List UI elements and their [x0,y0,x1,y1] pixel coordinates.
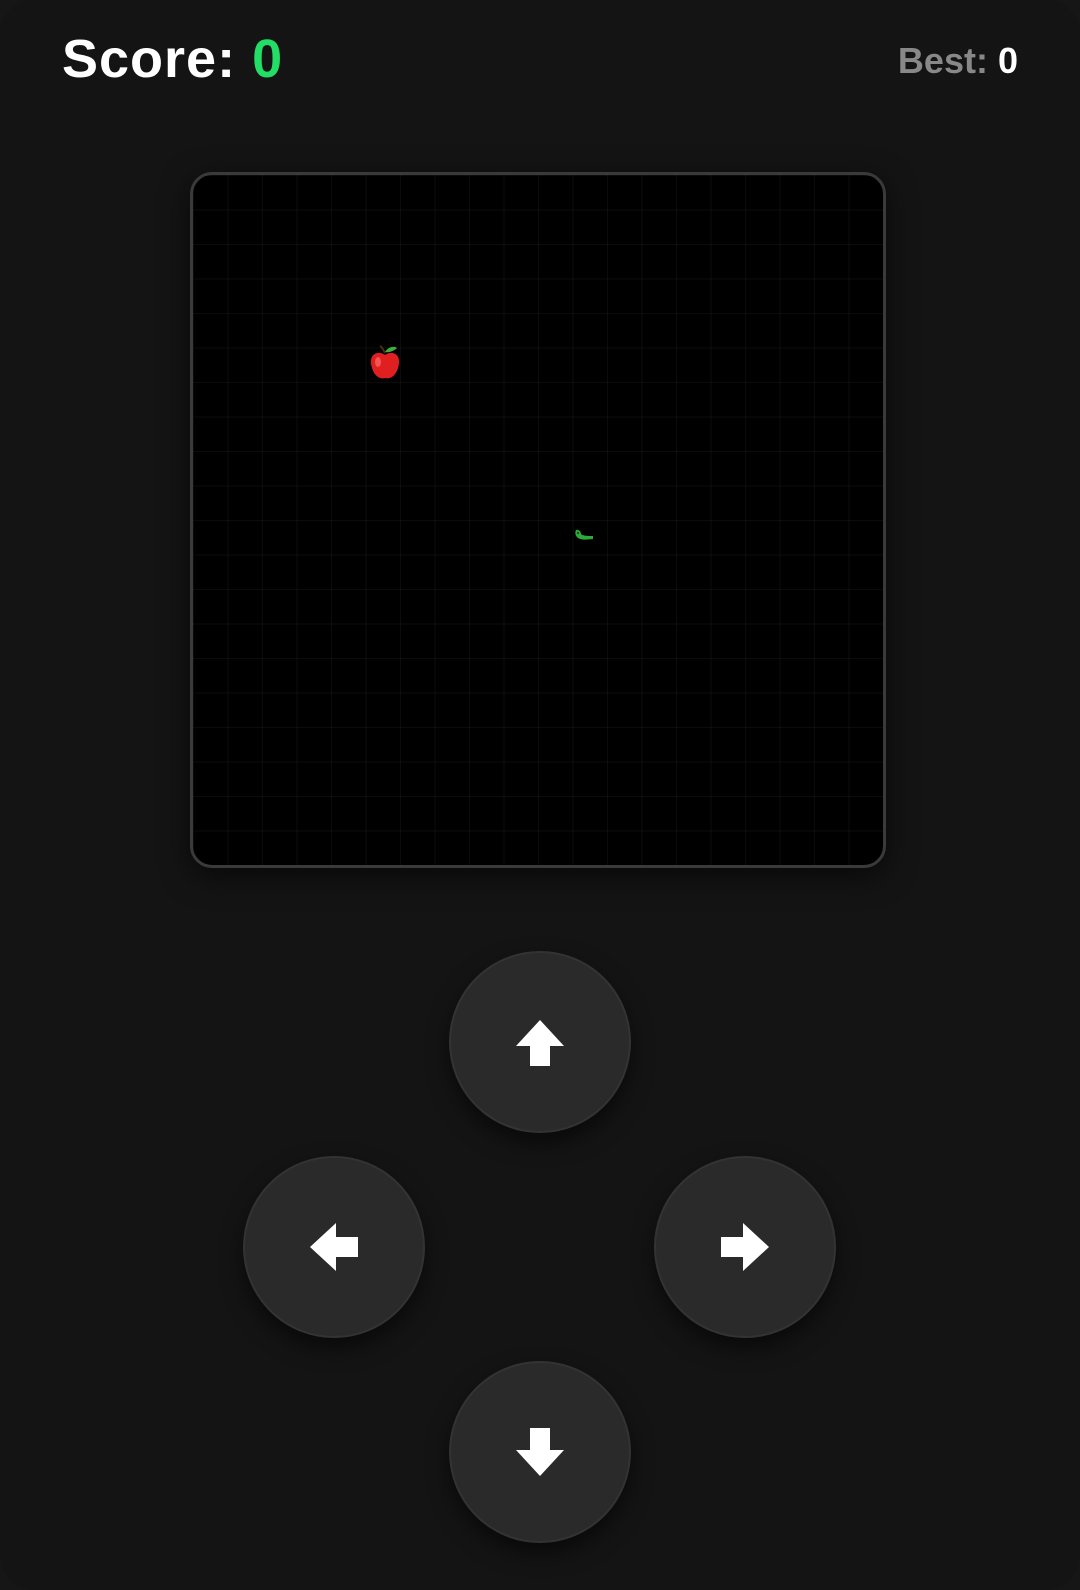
up-button[interactable] [449,951,631,1133]
arrow-left-icon [310,1223,358,1271]
snake-segment [575,529,593,540]
apple-icon [370,345,400,379]
arrow-up-icon [516,1020,564,1066]
right-button[interactable] [654,1156,836,1338]
score-label: Score: [62,29,237,89]
best-label: Best: [897,40,988,81]
best-score-display: Best: 0 [898,38,1018,84]
game-board[interactable] [190,172,886,868]
score-value: 0 [252,29,284,89]
game-container: Score: 0 Best: 0 [0,0,1080,1590]
best-value: 0 [997,40,1018,81]
arrow-right-icon [721,1223,769,1271]
left-button[interactable] [243,1156,425,1338]
score-display: Score: 0 [62,24,283,94]
arrow-down-icon [516,1428,564,1476]
down-button[interactable] [449,1361,631,1543]
